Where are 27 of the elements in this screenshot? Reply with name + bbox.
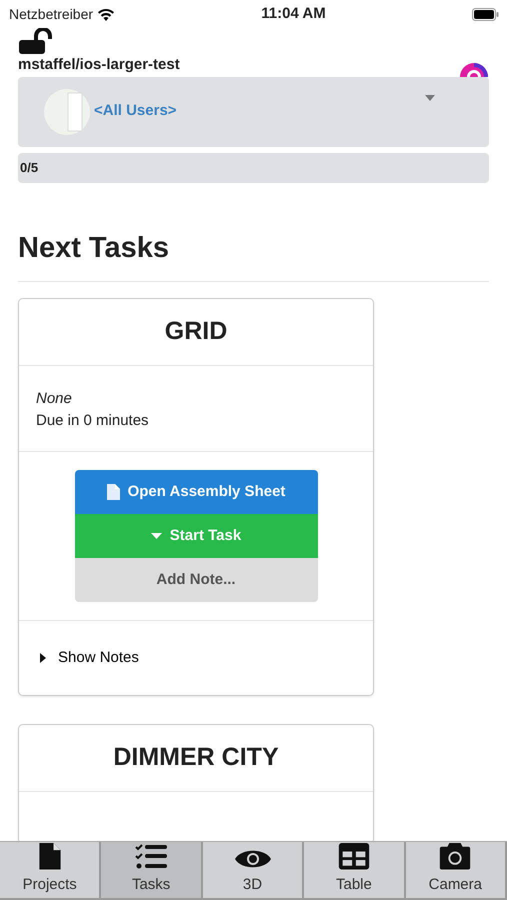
caret-right-icon (40, 653, 46, 664)
clock-time: 11:04 AM (261, 4, 326, 24)
wifi-icon (97, 8, 116, 20)
document-icon (106, 484, 120, 500)
avatar-icon (44, 88, 90, 134)
tab-bar-item[interactable]: Projects (0, 842, 102, 900)
caret-icon (150, 532, 162, 539)
open-sheet-button[interactable]: Open Assembly Sheet (74, 470, 318, 514)
caret-icon (425, 94, 435, 100)
unlocked-icon[interactable] (18, 28, 52, 54)
add-note-button[interactable]: Add Note... (74, 558, 318, 602)
tab-bar-item[interactable]: Camera (406, 842, 507, 900)
carrier-name: Netzbetreiber (9, 4, 94, 24)
count-text: 0/5 (19, 158, 38, 177)
tab-bar-item[interactable]: Tasks (101, 842, 203, 900)
battery-icon (472, 8, 499, 20)
due-text: Due in 0 minutes (36, 411, 150, 432)
project-name: mstaffel/ios-larger-test (18, 55, 180, 75)
tab-bar-item[interactable]: Table (304, 842, 406, 900)
assignee-text: None (36, 388, 73, 409)
task-title: DIMMER CITY (19, 725, 373, 792)
section-title: Next Tasks (18, 230, 170, 266)
show-notes-toggle[interactable]: Show Notes (40, 646, 139, 670)
task-title: GRID (19, 299, 373, 366)
document-icon (38, 843, 62, 870)
checklist-icon (135, 844, 168, 870)
tab-bar-item[interactable]: 3D (202, 842, 304, 900)
